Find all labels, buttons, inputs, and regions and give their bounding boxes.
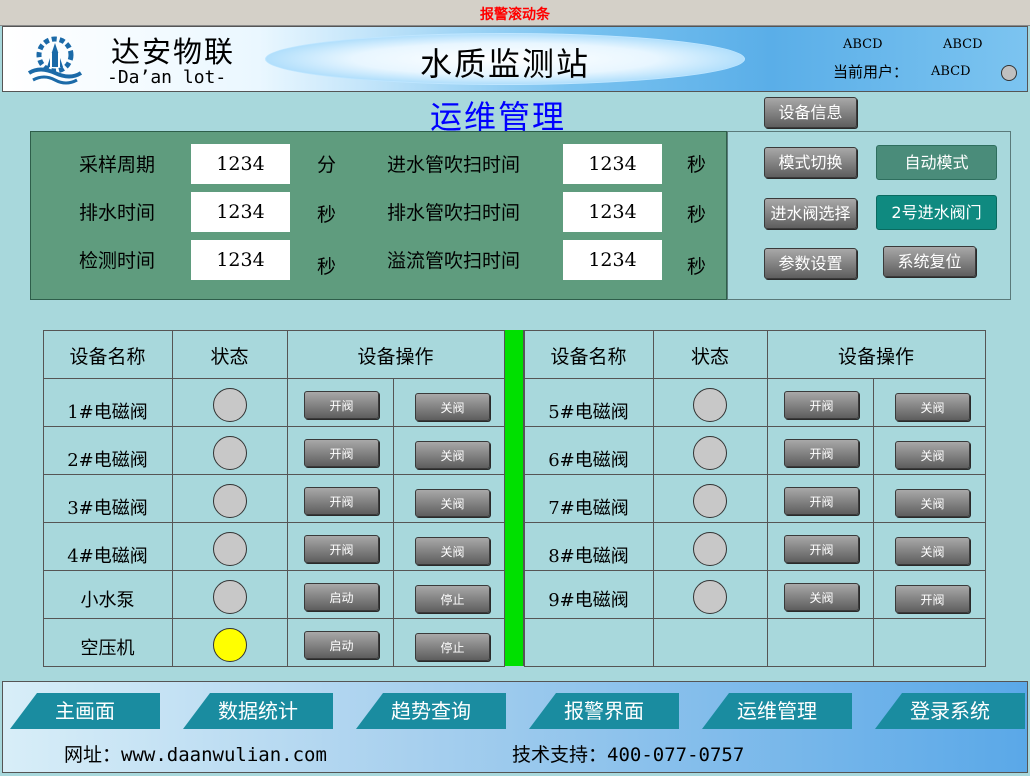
right-status-lamp xyxy=(693,484,727,518)
top-label-1: ABCD xyxy=(843,37,883,52)
right-op-button-2[interactable]: 关阀 xyxy=(895,393,970,421)
left-device-name: 1#电磁阀 xyxy=(67,402,148,423)
right-device-name: 6#电磁阀 xyxy=(548,450,629,471)
detect-time-label: 检测时间 xyxy=(79,250,156,272)
left-op-button-1[interactable]: 开阀 xyxy=(304,391,379,419)
sampling-period-input[interactable]: 1234 xyxy=(191,144,290,184)
right-op-button-2[interactable]: 关阀 xyxy=(895,441,970,469)
left-op-button-2[interactable]: 停止 xyxy=(415,585,490,613)
left-status-lamp xyxy=(213,484,247,518)
left-header-operation: 设备操作 xyxy=(357,346,434,368)
drain-time-label: 排水时间 xyxy=(79,202,156,224)
right-table-cell xyxy=(653,618,768,667)
left-op-button-2[interactable]: 关阀 xyxy=(415,441,490,469)
left-op-button-2[interactable]: 停止 xyxy=(415,633,490,661)
current-user-value: ABCD xyxy=(931,64,971,79)
current-user-label: 当前用户： xyxy=(833,63,909,81)
right-table-cell xyxy=(524,618,654,667)
right-op-button-1[interactable]: 关阀 xyxy=(784,583,859,611)
detect-time-input[interactable]: 1234 xyxy=(191,240,290,280)
mode-switch-button[interactable]: 模式切换 xyxy=(764,147,857,178)
right-status-lamp xyxy=(693,436,727,470)
drain-purge-input[interactable]: 1234 xyxy=(563,192,662,232)
left-op-button-2[interactable]: 关阀 xyxy=(415,537,490,565)
header-bar: 达安物联 -Da’an lot- 水质监测站 ABCD ABCD 当前用户： A… xyxy=(2,26,1028,92)
left-op-button-2[interactable]: 关阀 xyxy=(415,393,490,421)
right-op-button-2[interactable]: 开阀 xyxy=(895,585,970,613)
param-settings-button[interactable]: 参数设置 xyxy=(764,248,857,279)
left-device-name: 空压机 xyxy=(80,638,135,659)
right-op-button-1[interactable]: 开阀 xyxy=(784,391,859,419)
alarm-banner: 报警滚动条 xyxy=(0,0,1030,26)
right-status-lamp xyxy=(693,532,727,566)
left-header-status: 状态 xyxy=(210,346,249,368)
right-status-lamp xyxy=(693,388,727,422)
left-op-button-1[interactable]: 启动 xyxy=(304,631,379,659)
inlet-purge-input[interactable]: 1234 xyxy=(563,144,662,184)
left-device-name: 4#电磁阀 xyxy=(67,546,148,567)
right-header-operation: 设备操作 xyxy=(837,346,914,368)
brand-name-en: -Da’an lot- xyxy=(107,67,227,88)
sampling-period-label: 采样周期 xyxy=(79,154,156,176)
left-status-lamp xyxy=(213,388,247,422)
right-op-button-1[interactable]: 开阀 xyxy=(784,439,859,467)
right-device-name: 5#电磁阀 xyxy=(548,402,629,423)
left-op-button-2[interactable]: 关阀 xyxy=(415,489,490,517)
right-op-button-1[interactable]: 开阀 xyxy=(784,487,859,515)
right-device-name: 8#电磁阀 xyxy=(548,546,629,567)
detect-time-unit: 秒 xyxy=(317,256,337,278)
top-label-2: ABCD xyxy=(943,37,983,52)
footer-website: 网址：www.daanwulian.com xyxy=(64,744,327,766)
overflow-purge-label: 溢流管吹扫时间 xyxy=(387,250,521,272)
right-status-lamp xyxy=(693,580,727,614)
footer-support: 技术支持：400-077-0757 xyxy=(512,744,745,766)
right-op-button-1[interactable]: 开阀 xyxy=(784,535,859,563)
connection-status-indicator xyxy=(1001,65,1017,81)
company-logo-icon xyxy=(27,36,83,85)
left-op-button-1[interactable]: 开阀 xyxy=(304,487,379,515)
device-info-button[interactable]: 设备信息 xyxy=(764,97,857,128)
left-status-lamp xyxy=(213,628,247,662)
drain-purge-unit: 秒 xyxy=(687,204,707,226)
drain-time-unit: 秒 xyxy=(317,204,337,226)
station-title: 水质监测站 xyxy=(419,45,590,83)
overflow-purge-input[interactable]: 1234 xyxy=(563,240,662,280)
right-table-cell xyxy=(767,618,874,667)
table-divider xyxy=(504,330,524,666)
left-device-name: 2#电磁阀 xyxy=(67,450,148,471)
right-op-button-2[interactable]: 关阀 xyxy=(895,537,970,565)
right-header-name: 设备名称 xyxy=(550,346,627,368)
right-device-name: 7#电磁阀 xyxy=(548,498,629,519)
inlet-purge-unit: 秒 xyxy=(687,154,707,176)
drain-purge-label: 排水管吹扫时间 xyxy=(387,202,521,224)
right-device-name: 9#电磁阀 xyxy=(548,590,629,611)
left-device-name: 小水泵 xyxy=(80,590,135,611)
right-header-status: 状态 xyxy=(690,346,729,368)
system-reset-button[interactable]: 系统复位 xyxy=(883,246,976,277)
left-device-name: 3#电磁阀 xyxy=(67,498,148,519)
right-op-button-2[interactable]: 关阀 xyxy=(895,489,970,517)
brand-name: 达安物联 xyxy=(111,35,236,69)
inlet-valve-select-button[interactable]: 进水阀选择 xyxy=(764,198,857,229)
inlet-valve-value-display: 2号进水阀门 xyxy=(876,195,997,230)
left-header-name: 设备名称 xyxy=(69,346,146,368)
left-op-button-1[interactable]: 开阀 xyxy=(304,439,379,467)
overflow-purge-unit: 秒 xyxy=(687,256,707,278)
left-op-button-1[interactable]: 开阀 xyxy=(304,535,379,563)
drain-time-input[interactable]: 1234 xyxy=(191,192,290,232)
inlet-purge-label: 进水管吹扫时间 xyxy=(387,154,521,176)
mode-value-display: 自动模式 xyxy=(876,145,997,180)
left-op-button-1[interactable]: 启动 xyxy=(304,583,379,611)
parameter-panel: 采样周期 1234 分 排水时间 1234 秒 检测时间 1234 秒 进水管吹… xyxy=(30,131,727,300)
left-status-lamp xyxy=(213,532,247,566)
left-status-lamp xyxy=(213,436,247,470)
right-table-cell xyxy=(873,618,986,667)
left-status-lamp xyxy=(213,580,247,614)
sampling-period-unit: 分 xyxy=(317,154,337,176)
